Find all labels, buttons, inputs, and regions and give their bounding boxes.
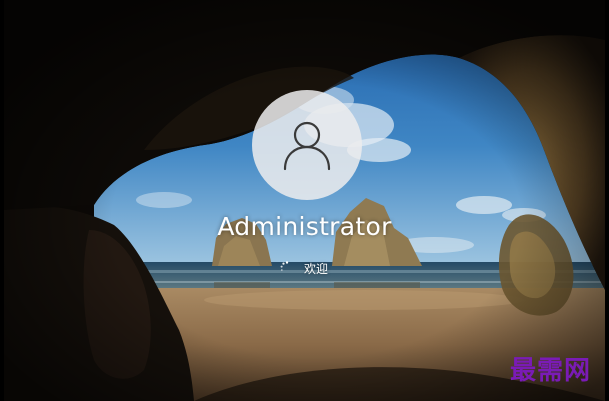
background-wallpaper — [4, 0, 605, 401]
status-text: 欢迎 — [304, 261, 329, 276]
login-status: 欢迎 — [280, 258, 328, 278]
username-label: Administrator — [217, 212, 392, 241]
watermark-logo: 最需网 — [509, 356, 591, 386]
user-avatar — [252, 90, 362, 200]
user-icon — [283, 121, 331, 171]
loading-spinner-icon — [280, 261, 289, 271]
lock-screen: Administrator 欢迎 最需网 — [4, 0, 605, 401]
